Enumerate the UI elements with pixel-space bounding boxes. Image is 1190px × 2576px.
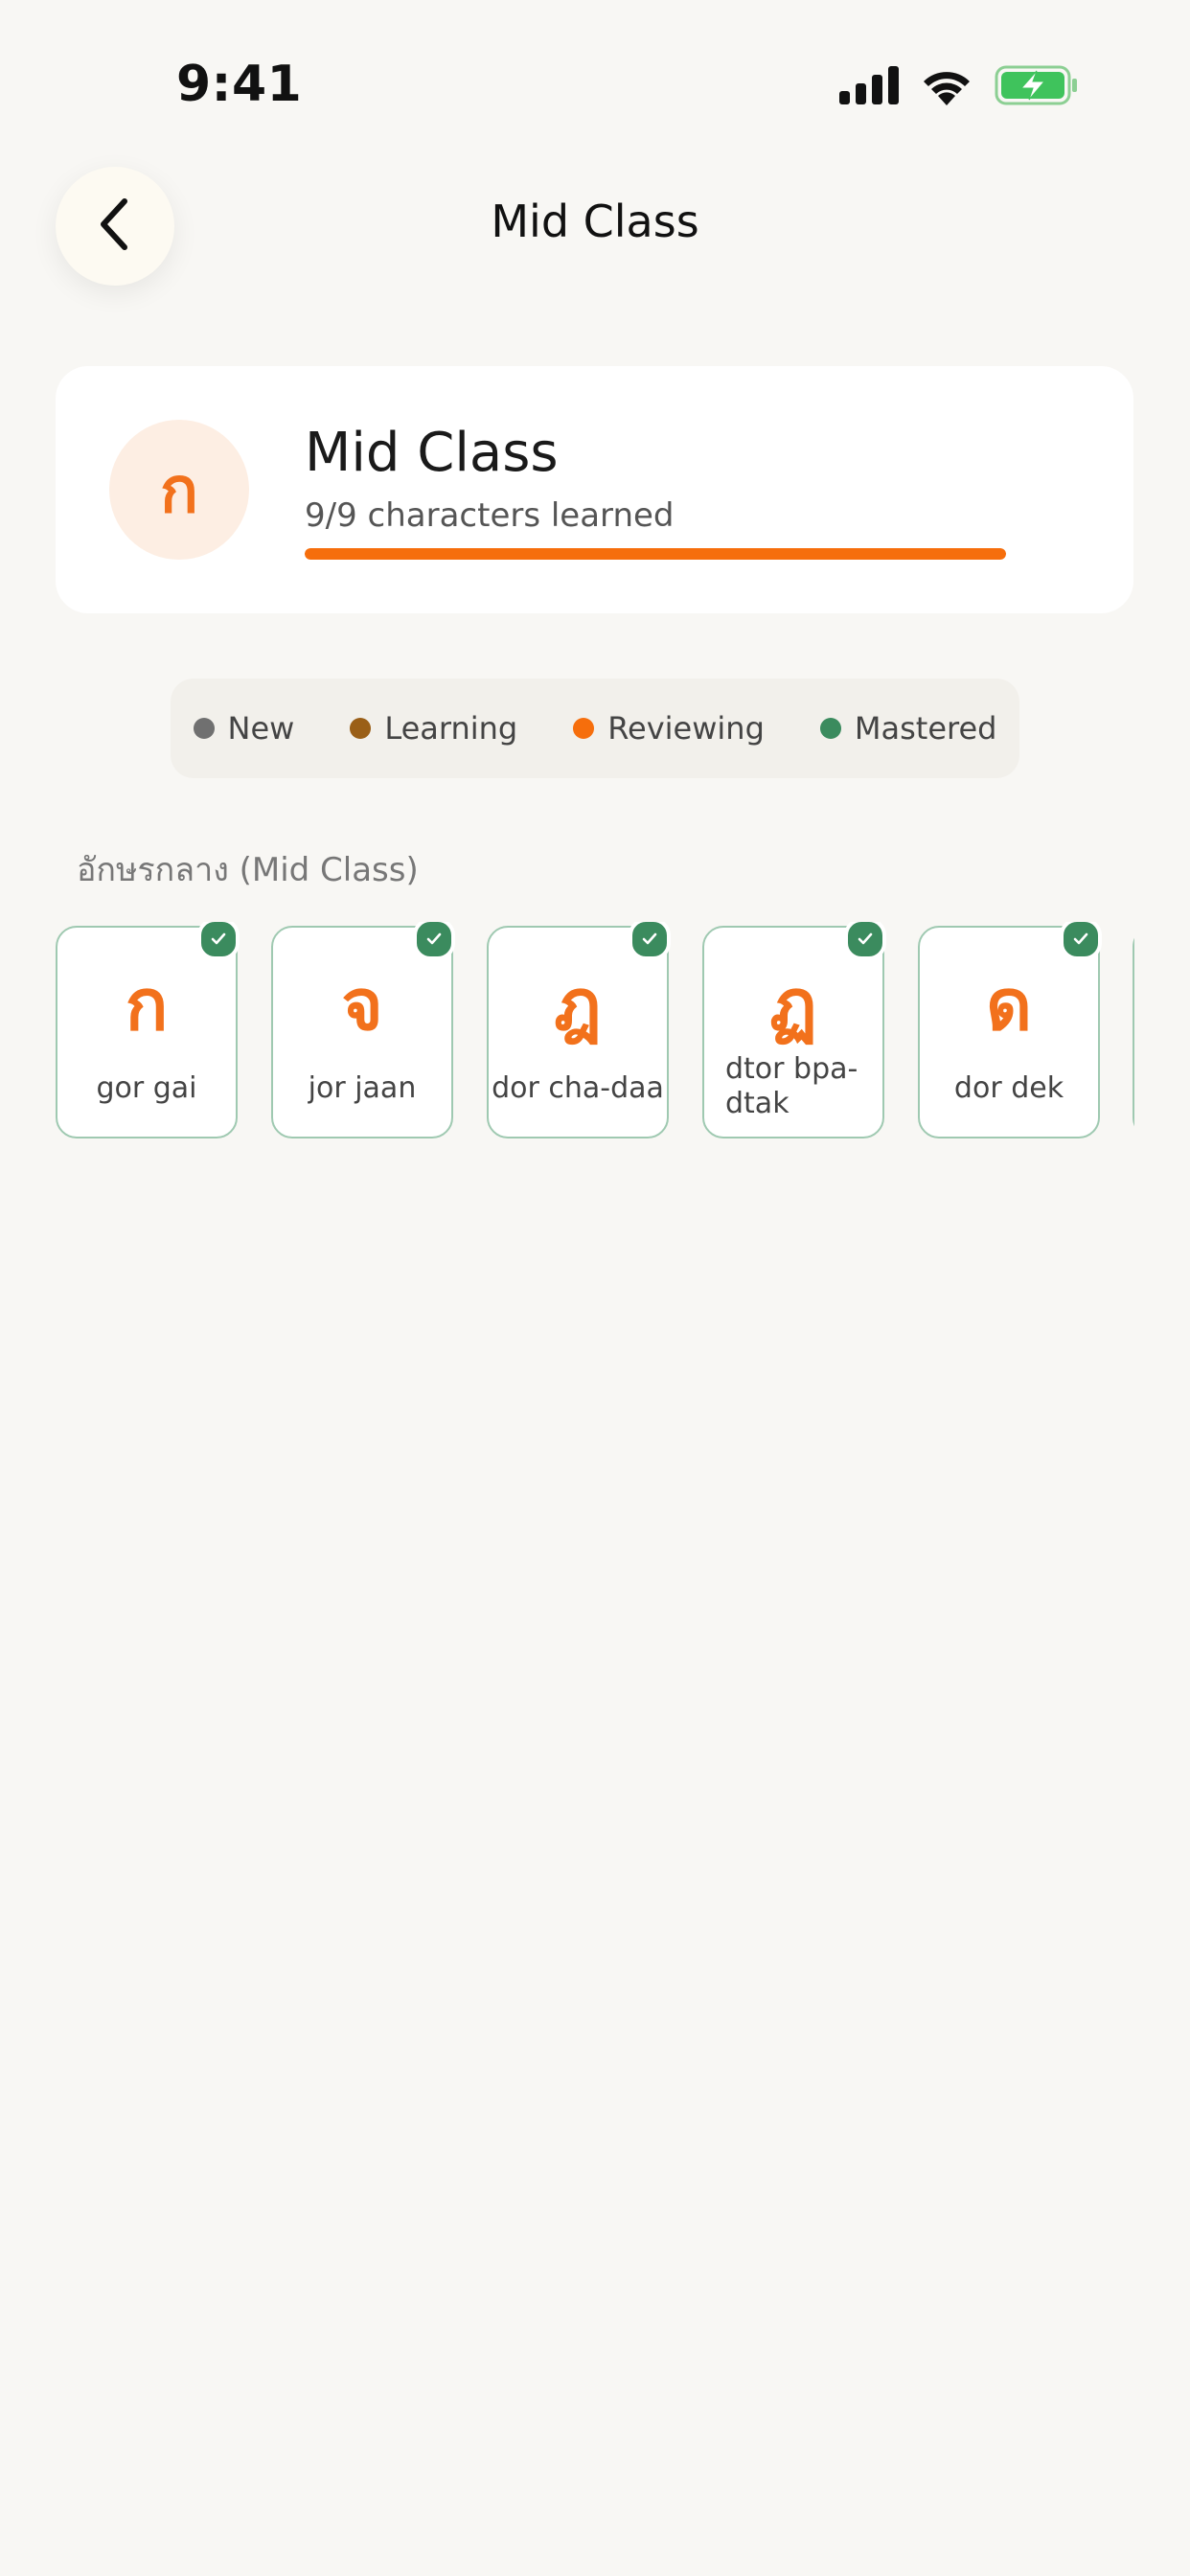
section-header: อักษรกลาง (Mid Class) [77,851,419,889]
character-name: gor gai [96,1071,197,1105]
mastered-check-icon [413,922,455,960]
legend-label-new: New [227,710,295,747]
character-glyph: จ [341,964,383,1046]
legend-item-new: New [193,710,295,747]
legend-label-learning: Learning [384,710,518,747]
character-glyph: ฏ [769,964,817,1046]
character-name: dtor bpa-dtak [725,1052,858,1120]
progress-bar [305,548,1006,560]
character-list[interactable]: ก gor gai จ jor jaan ฎ dor cha-daa ฏ dto… [56,922,1134,1142]
wifi-icon [920,65,973,109]
mastered-check-icon [1060,922,1102,960]
character-glyph: ก [125,964,169,1046]
character-card-dor-cha-daa[interactable]: ฎ dor cha-daa [487,922,671,1138]
legend-item-reviewing: Reviewing [573,710,765,747]
progress-text: 9/9 characters learned [305,496,675,535]
status-legend: New Learning Reviewing Mastered [171,678,1019,778]
class-summary-card: ก Mid Class 9/9 characters learned [56,366,1133,613]
legend-item-learning: Learning [350,710,517,747]
character-card-dtor-bpa-dtak[interactable]: ฏ dtor bpa-dtak [702,922,886,1138]
mastered-check-icon [629,922,671,960]
legend-dot-new [193,718,215,739]
character-card-gor-gai[interactable]: ก gor gai [56,922,240,1138]
legend-dot-learning [350,718,372,739]
status-icons [839,65,1079,109]
class-title: Mid Class [305,422,559,484]
character-name: dor cha-daa [492,1071,664,1105]
class-avatar: ก [109,420,249,560]
legend-item-mastered: Mastered [819,710,997,747]
cellular-signal-icon [839,66,899,108]
character-card-dor-dek[interactable]: ด dor dek [918,922,1102,1138]
character-glyph: ด [985,964,1033,1046]
mastered-check-icon [844,922,886,960]
character-name: jor jaan [308,1071,417,1105]
progress-bar-fill [305,548,1006,560]
legend-dot-mastered [819,718,841,739]
character-card-next-partial[interactable] [1133,926,1134,1138]
status-bar: 9:41 [0,0,1190,172]
mastered-check-icon [197,922,240,960]
legend-label-reviewing: Reviewing [607,710,765,747]
page-title: Mid Class [491,196,699,247]
legend-dot-reviewing [573,718,595,739]
character-card-jor-jaan[interactable]: จ jor jaan [271,922,455,1138]
character-glyph: ฎ [554,964,602,1046]
legend-label-mastered: Mastered [854,710,997,747]
battery-charging-icon [995,65,1079,109]
character-name: dor dek [953,1071,1064,1105]
status-time: 9:41 [176,56,303,113]
navigation-bar: Mid Class [0,163,1190,288]
